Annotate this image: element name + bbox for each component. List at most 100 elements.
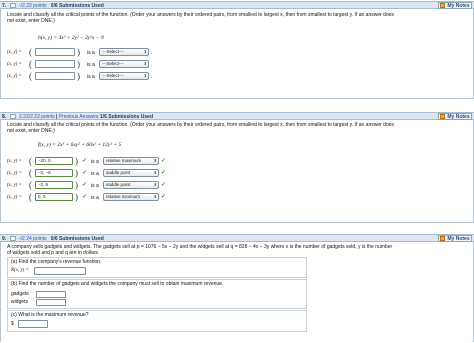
open-paren: ( bbox=[29, 192, 32, 202]
is-a-label: is a bbox=[87, 62, 95, 68]
max-revenue-input[interactable] bbox=[18, 320, 48, 328]
select-value: ---Select--- bbox=[102, 73, 124, 78]
point-input[interactable]: −2, 6 bbox=[35, 181, 73, 189]
question-9-header: 9. -/2.24 points 0/6 Submissions Used My… bbox=[0, 234, 474, 242]
part-c-prompt: (c) What is the maximum revenue? bbox=[11, 312, 89, 318]
instructions-line-1: Locate and classify all the critical poi… bbox=[7, 12, 395, 18]
point-input[interactable] bbox=[35, 60, 75, 68]
question-9-body: A company sells gadgets and widgets. The… bbox=[0, 242, 474, 342]
is-a-label: is a bbox=[87, 74, 95, 80]
correct-check-icon: ✓ bbox=[82, 158, 88, 164]
select-value: saddle point bbox=[106, 182, 131, 187]
correct-check-icon: ✓ bbox=[82, 194, 88, 200]
my-notes-button[interactable]: My Notes bbox=[438, 113, 472, 120]
close-paren: ) bbox=[75, 180, 78, 190]
row-label: (x, y) = bbox=[7, 171, 22, 176]
part-b-prompt: (b) Find the number of gadgets and widge… bbox=[11, 281, 224, 287]
expand-toggle-icon[interactable] bbox=[10, 3, 16, 8]
my-notes-button[interactable]: My Notes bbox=[438, 235, 472, 242]
is-a-label: is a bbox=[91, 159, 99, 165]
is-a-label: is a bbox=[91, 183, 99, 189]
my-notes-button[interactable]: My Notes bbox=[438, 2, 472, 9]
revenue-label: R(x, y) = bbox=[11, 268, 29, 273]
close-paren: ) bbox=[77, 59, 80, 69]
open-paren: ( bbox=[29, 47, 32, 57]
select-value: ---Select--- bbox=[102, 61, 124, 66]
question-7-header: 7. -/2.22 points 0/6 Submissions Used My… bbox=[0, 1, 474, 9]
question-8-body: Locate and classify all the critical poi… bbox=[0, 120, 474, 223]
instructions-line-2: not exist, enter DNE.) bbox=[7, 128, 55, 134]
my-notes-label: My Notes bbox=[447, 235, 470, 242]
my-notes-label: My Notes bbox=[447, 113, 470, 120]
select-arrow-icon: ⬍ bbox=[153, 170, 157, 175]
function-formula: f(x, y) = 2x³ + 6xy² + 60x² + 12y² + 5 bbox=[38, 142, 122, 148]
classification-select[interactable]: saddle point ⬍ bbox=[103, 169, 159, 177]
open-paren: ( bbox=[29, 168, 32, 178]
select-arrow-icon: ⬍ bbox=[153, 158, 157, 163]
gadgets-label: gadgets bbox=[11, 291, 29, 297]
revenue-input[interactable] bbox=[34, 267, 86, 275]
point-input[interactable] bbox=[35, 72, 75, 80]
intro-line-2: of widgets sold and p and q are in dolla… bbox=[7, 250, 100, 256]
point-input[interactable] bbox=[35, 48, 75, 56]
select-arrow-icon: ⬍ bbox=[143, 49, 147, 54]
close-paren: ) bbox=[75, 156, 78, 166]
classification-select[interactable]: relative maximum ⬍ bbox=[103, 157, 159, 165]
row-label: (x, y) = bbox=[7, 50, 22, 55]
question-8-header: 8. 2.22/2.22 points | Previous Answers 1… bbox=[0, 112, 474, 120]
function-formula: h(x, y) = 4x³ + 2y² − 2y²x − 9 bbox=[38, 35, 104, 41]
dollar-sign: $ bbox=[11, 321, 14, 327]
widgets-input[interactable] bbox=[36, 299, 66, 306]
correct-check-icon: ✓ bbox=[82, 182, 88, 188]
classification-select[interactable]: ---Select--- ⬍ bbox=[99, 60, 149, 68]
open-paren: ( bbox=[29, 180, 32, 190]
select-value: relative maximum bbox=[106, 158, 142, 163]
select-arrow-icon: ⬍ bbox=[143, 73, 147, 78]
part-a-prompt: (a) Find the company's revenue function. bbox=[11, 259, 102, 265]
point-input[interactable]: −2, −6 bbox=[35, 169, 73, 177]
correct-check-icon: ✓ bbox=[161, 182, 167, 188]
classification-select[interactable]: saddle point ⬍ bbox=[103, 181, 159, 189]
classification-select[interactable]: ---Select--- ⬍ bbox=[99, 72, 149, 80]
period: . bbox=[151, 50, 153, 56]
point-input[interactable]: 0, 0 bbox=[35, 193, 73, 201]
close-paren: ) bbox=[77, 47, 80, 57]
correct-check-icon: ✓ bbox=[161, 194, 167, 200]
gadgets-input[interactable] bbox=[36, 291, 66, 298]
is-a-label: is a bbox=[91, 171, 99, 177]
expand-toggle-icon[interactable] bbox=[10, 236, 16, 241]
my-notes-label: My Notes bbox=[447, 2, 470, 9]
select-value: saddle point bbox=[106, 170, 131, 175]
part-c-box: (c) What is the maximum revenue? $ bbox=[7, 310, 307, 332]
expand-toggle-icon[interactable] bbox=[10, 114, 16, 119]
instructions-line-2: not exist, enter DNE.) bbox=[7, 18, 55, 24]
is-a-label: is a bbox=[91, 195, 99, 201]
close-paren: ) bbox=[75, 192, 78, 202]
classification-select[interactable]: ---Select--- ⬍ bbox=[99, 48, 149, 56]
select-value: relative minimum bbox=[106, 194, 141, 199]
close-paren: ) bbox=[75, 168, 78, 178]
correct-check-icon: ✓ bbox=[161, 170, 167, 176]
instructions-line-1: Locate and classify all the critical poi… bbox=[7, 122, 395, 128]
period: . bbox=[151, 62, 153, 68]
select-arrow-icon: ⬍ bbox=[153, 194, 157, 199]
is-a-label: is a bbox=[87, 50, 95, 56]
row-label: (x, y) = bbox=[7, 74, 22, 79]
open-paren: ( bbox=[29, 59, 32, 69]
open-paren: ( bbox=[29, 156, 32, 166]
correct-check-icon: ✓ bbox=[161, 158, 167, 164]
period: . bbox=[151, 74, 153, 80]
select-value: ---Select--- bbox=[102, 49, 124, 54]
row-label: (x, y) = bbox=[7, 62, 22, 67]
row-label: (x, y) = bbox=[7, 183, 22, 188]
close-paren: ) bbox=[77, 71, 80, 81]
widgets-label: widgets bbox=[11, 299, 28, 305]
classification-select[interactable]: relative minimum ⬍ bbox=[103, 193, 159, 201]
correct-check-icon: ✓ bbox=[82, 170, 88, 176]
point-input[interactable]: −20, 0 bbox=[35, 157, 73, 165]
part-b-box: (b) Find the number of gadgets and widge… bbox=[7, 279, 307, 309]
row-label: (x, y) = bbox=[7, 159, 22, 164]
question-7-body: Locate and classify all the critical poi… bbox=[0, 9, 474, 99]
select-arrow-icon: ⬍ bbox=[143, 61, 147, 66]
part-a-box: (a) Find the company's revenue function.… bbox=[7, 257, 307, 278]
